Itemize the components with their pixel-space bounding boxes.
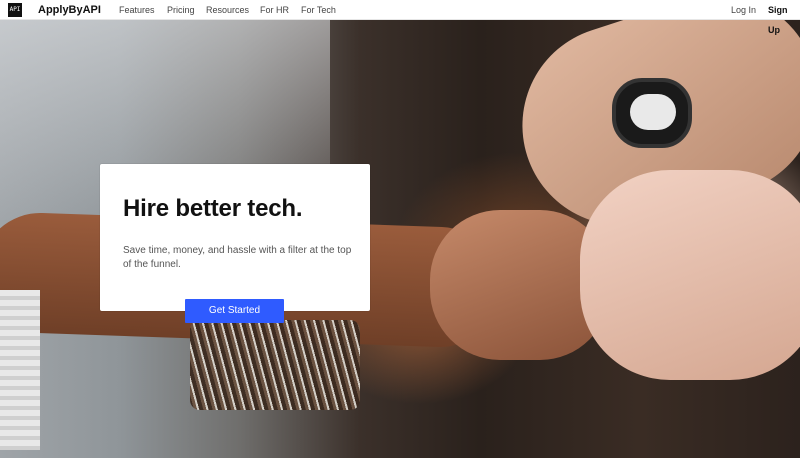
hero-title: Hire better tech. [123, 195, 303, 222]
striped-sleeve-image [0, 290, 40, 450]
brand-logo-text: API [9, 6, 21, 13]
get-started-button[interactable]: Get Started [185, 299, 284, 323]
wristwatch-image [612, 78, 692, 148]
watch-face [630, 94, 676, 130]
top-navbar: API ApplyByAPI Features Pricing Resource… [0, 0, 800, 35]
nav-link-for-tech[interactable]: For Tech [301, 0, 336, 20]
login-link[interactable]: Log In [731, 0, 756, 20]
brand-logo-icon[interactable]: API [8, 3, 22, 17]
signup-link[interactable]: Sign Up [768, 0, 800, 35]
hero-subtitle: Save time, money, and hassle with a filt… [123, 245, 352, 270]
nav-link-pricing[interactable]: Pricing [167, 0, 195, 20]
nav-link-for-hr[interactable]: For HR [260, 0, 289, 20]
nav-link-features[interactable]: Features [119, 0, 155, 20]
bracelets-image [190, 320, 360, 410]
hero-fist-right [580, 170, 800, 380]
brand-name[interactable]: ApplyByAPI [38, 0, 101, 20]
hero-card: Hire better tech. Save time, money, and … [100, 164, 370, 311]
nav-link-resources[interactable]: Resources [206, 0, 249, 20]
